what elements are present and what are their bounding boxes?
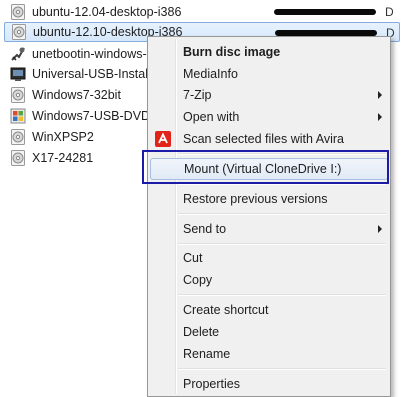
file-name: ubuntu-12.04-desktop-i386 bbox=[32, 5, 182, 19]
avira-icon bbox=[155, 131, 171, 147]
windows-usb-tool-icon bbox=[10, 108, 26, 124]
menu-item-label: Burn disc image bbox=[183, 45, 281, 59]
menu-item-label: Create shortcut bbox=[183, 303, 269, 317]
context-menu: Burn disc image MediaInfo 7-Zip Open wit… bbox=[147, 36, 391, 397]
menu-item-label: Cut bbox=[183, 251, 203, 265]
file-row-ubuntu-12-04[interactable]: ubuntu-12.04-desktop-i386 D bbox=[4, 2, 400, 22]
menu-item-delete[interactable]: Delete bbox=[150, 321, 388, 343]
submenu-arrow-icon bbox=[378, 113, 382, 121]
menu-item-restore-previous-versions[interactable]: Restore previous versions bbox=[150, 188, 388, 210]
menu-separator bbox=[178, 213, 386, 215]
submenu-arrow-icon bbox=[378, 225, 382, 233]
file-name: Universal-USB-Installe bbox=[32, 67, 158, 81]
file-name: X17-24281 bbox=[32, 151, 94, 165]
menu-item-cut[interactable]: Cut bbox=[150, 247, 388, 269]
disc-image-icon bbox=[12, 24, 26, 40]
menu-item-label: Copy bbox=[183, 273, 213, 287]
menu-item-label: Rename bbox=[183, 347, 231, 361]
menu-separator bbox=[178, 294, 386, 296]
menu-item-rename[interactable]: Rename bbox=[150, 343, 388, 365]
menu-item-scan-avira[interactable]: Scan selected files with Avira bbox=[150, 128, 388, 150]
menu-item-7zip[interactable]: 7-Zip bbox=[150, 84, 388, 106]
usb-installer-app-icon bbox=[10, 67, 26, 81]
submenu-arrow-icon bbox=[378, 91, 382, 99]
menu-item-send-to[interactable]: Send to bbox=[150, 218, 388, 240]
redaction-mark bbox=[274, 9, 376, 15]
menu-item-copy[interactable]: Copy bbox=[150, 269, 388, 291]
highlight-box bbox=[142, 150, 389, 184]
menu-item-label: Properties bbox=[183, 377, 240, 391]
disc-image-icon bbox=[11, 87, 25, 103]
menu-item-label: Send to bbox=[183, 222, 227, 236]
menu-item-create-shortcut[interactable]: Create shortcut bbox=[150, 299, 388, 321]
file-name: Windows7-32bit bbox=[32, 88, 121, 102]
menu-item-label: Scan selected files with Avira bbox=[183, 132, 344, 146]
menu-item-open-with[interactable]: Open with bbox=[150, 106, 388, 128]
menu-separator bbox=[178, 243, 386, 245]
menu-item-properties[interactable]: Properties bbox=[150, 373, 388, 395]
menu-item-label: Restore previous versions bbox=[183, 192, 328, 206]
menu-item-label: Open with bbox=[183, 110, 240, 124]
disc-image-icon bbox=[11, 4, 25, 20]
menu-item-burn-disc-image[interactable]: Burn disc image bbox=[150, 41, 388, 63]
menu-item-label: Delete bbox=[183, 325, 220, 339]
disc-image-icon bbox=[11, 150, 25, 166]
file-name: WinXPSP2 bbox=[32, 130, 94, 144]
file-name: Windows7-USB-DVD- bbox=[32, 109, 155, 123]
file-type: D bbox=[385, 5, 394, 19]
menu-separator bbox=[178, 368, 386, 370]
unetbootin-app-icon bbox=[11, 47, 25, 61]
menu-item-label: 7-Zip bbox=[183, 88, 212, 102]
file-name: unetbootin-windows- bbox=[32, 47, 147, 61]
disc-image-icon bbox=[11, 129, 25, 145]
menu-item-mediainfo[interactable]: MediaInfo bbox=[150, 63, 388, 85]
menu-item-label: MediaInfo bbox=[183, 67, 238, 81]
